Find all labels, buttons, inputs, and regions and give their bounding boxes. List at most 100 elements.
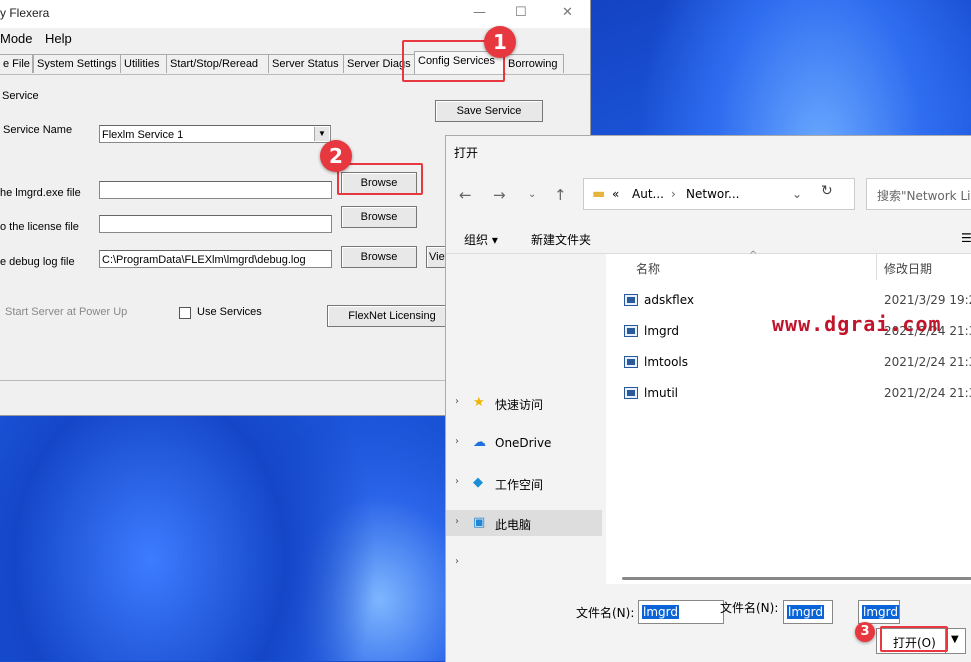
browse-license-button[interactable]: Browse <box>341 206 417 228</box>
menu-mode[interactable]: Mode <box>0 31 33 46</box>
file-list: 名称 ^ 修改日期 adskflex 2021/3/29 19:2 lmgrd … <box>606 250 971 584</box>
recent-chevron-icon[interactable]: ⌄ <box>528 189 536 200</box>
star-icon: ★ <box>473 395 485 410</box>
address-dropdown-icon[interactable]: ⌄ <box>792 187 802 201</box>
horizontal-scrollbar[interactable] <box>622 577 971 580</box>
up-arrow-icon[interactable]: ↑ <box>554 186 567 204</box>
column-modified[interactable]: 修改日期 <box>884 260 932 277</box>
refresh-icon[interactable]: ↻ <box>821 183 833 199</box>
column-divider[interactable] <box>876 254 877 280</box>
file-row[interactable]: lmtools 2021/2/24 21:3 <box>606 350 971 376</box>
breadcrumb-separator-icon: › <box>671 187 676 201</box>
service-name-value: Flexlm Service 1 <box>102 129 184 141</box>
breadcrumb-network[interactable]: Networ... <box>686 187 740 201</box>
highlight-browse <box>337 163 423 195</box>
window-title: y Flexera <box>0 6 50 20</box>
expand-arrow-icon[interactable]: › <box>455 476 459 487</box>
nav-label: 快速访问 <box>495 398 544 412</box>
column-name[interactable]: 名称 <box>636 260 660 277</box>
sort-up-icon: ^ <box>749 250 758 261</box>
filename-value: lmgrd <box>787 605 824 619</box>
view-menu-icon[interactable]: ☰ <box>961 231 971 245</box>
new-folder-button[interactable]: 新建文件夹 <box>531 231 591 248</box>
debug-log-input[interactable]: C:\ProgramData\FLEXlm\lmgrd\debug.log <box>99 250 332 268</box>
chevron-down-icon[interactable]: ▼ <box>951 634 959 645</box>
chevron-down-icon[interactable]: ▼ <box>314 127 329 141</box>
tab-borrowing[interactable]: Borrowing <box>504 54 564 73</box>
expand-arrow-icon[interactable]: › <box>455 556 459 567</box>
file-date: 2021/2/24 21:3 <box>884 386 971 400</box>
tab-utilities[interactable]: Utilities <box>120 54 168 73</box>
filename-value: lmgrd <box>862 605 899 619</box>
filename-value: lmgrd <box>642 605 679 619</box>
open-file-dialog: 打开 ← → ⌄ ↑ ▬ « Aut... › Networ... ⌄ ↻ 搜索… <box>445 135 971 662</box>
lmgrd-path-input[interactable] <box>99 181 332 199</box>
folder-icon: ▬ <box>592 186 606 202</box>
debug-log-label: e debug log file <box>0 256 75 268</box>
nav-onedrive[interactable]: › ☁ OneDrive <box>446 430 602 456</box>
tab-system-settings[interactable]: System Settings <box>33 54 123 73</box>
lmtools-titlebar: y Flexera — ☐ ✕ <box>0 0 590 28</box>
cloud-icon: ☁ <box>473 435 486 450</box>
workspace-icon: ◆ <box>473 475 483 490</box>
menu-help[interactable]: Help <box>45 31 72 46</box>
license-path-input[interactable] <box>99 215 332 233</box>
highlight-open-button <box>880 626 948 652</box>
close-icon[interactable]: ✕ <box>562 5 573 20</box>
service-name-combo[interactable]: Flexlm Service 1 ▼ <box>99 125 331 143</box>
back-arrow-icon[interactable]: ← <box>459 186 472 204</box>
license-path-label: o the license file <box>0 221 79 233</box>
navigation-pane: › ★ 快速访问 › ☁ OneDrive › ◆ 工作空间 › ▣ 此电脑 ›… <box>446 254 606 612</box>
forward-arrow-icon[interactable]: → <box>493 186 506 204</box>
expand-arrow-icon[interactable]: › <box>455 516 459 527</box>
use-services-label: Use Services <box>197 306 262 318</box>
nav-label: OneDrive <box>495 436 552 450</box>
lmtools-icon <box>624 356 638 368</box>
file-date: 2021/2/24 21:3 <box>884 355 971 369</box>
dialog-title: 打开 <box>454 146 479 160</box>
browse-debug-button[interactable]: Browse <box>341 246 417 268</box>
maximize-icon[interactable]: ☐ <box>515 5 527 20</box>
organize-label: 组织 <box>464 233 489 247</box>
nav-label: 工作空间 <box>495 478 544 492</box>
computer-icon: ▣ <box>473 515 486 530</box>
expand-arrow-icon[interactable]: › <box>455 436 459 447</box>
expand-arrow-icon[interactable]: › <box>455 396 459 407</box>
filename-input-ghost[interactable]: lmgrd <box>783 600 833 624</box>
nav-quick-access[interactable]: › ★ 快速访问 <box>446 390 602 416</box>
file-date: 2021/3/29 19:2 <box>884 293 971 307</box>
file-name: lmutil <box>644 386 679 400</box>
executable-icon <box>624 325 638 337</box>
executable-icon <box>624 387 638 399</box>
divider <box>0 380 445 381</box>
file-name: lmgrd <box>644 324 679 338</box>
filename-label-ghost: 文件名(N): <box>720 601 779 615</box>
step-badge-3: 3 <box>855 622 875 642</box>
file-name: adskflex <box>644 293 695 307</box>
file-row[interactable]: adskflex 2021/3/29 19:2 <box>606 288 971 314</box>
step-badge-2: 2 <box>320 140 352 172</box>
filename-input-ghost-2[interactable]: lmgrd <box>858 600 900 624</box>
filename-label: 文件名(N): <box>576 606 635 620</box>
file-row[interactable]: lmutil 2021/2/24 21:3 <box>606 381 971 407</box>
watermark-text: www.dgrai.com <box>772 312 942 336</box>
tab-start-stop-reread[interactable]: Start/Stop/Reread <box>166 54 270 73</box>
breadcrumb-overflow[interactable]: « <box>612 187 619 201</box>
address-bar[interactable]: ▬ « Aut... › Networ... ⌄ <box>583 178 855 210</box>
organize-menu[interactable]: 组织 ▾ <box>464 231 498 248</box>
chevron-down-icon: ▾ <box>491 233 498 247</box>
file-name: lmtools <box>644 355 688 369</box>
nav-this-pc[interactable]: › ▣ 此电脑 <box>446 510 602 536</box>
flexnet-licensing-button[interactable]: FlexNet Licensing <box>327 305 457 327</box>
use-services-checkbox[interactable] <box>179 307 191 319</box>
save-service-button[interactable]: Save Service <box>435 100 543 122</box>
search-input[interactable]: 搜索"Network Li <box>866 178 971 210</box>
lmgrd-path-label: he lmgrd.exe file <box>0 187 81 199</box>
filename-input[interactable]: lmgrd <box>638 600 724 624</box>
breadcrumb-aut[interactable]: Aut... <box>632 187 664 201</box>
tab-license-file[interactable]: e File <box>0 54 33 73</box>
minimize-icon[interactable]: — <box>473 5 486 20</box>
tab-server-status[interactable]: Server Status <box>268 54 346 73</box>
nav-workspace[interactable]: › ◆ 工作空间 <box>446 470 602 496</box>
nav-unnamed[interactable]: › <box>446 550 602 576</box>
